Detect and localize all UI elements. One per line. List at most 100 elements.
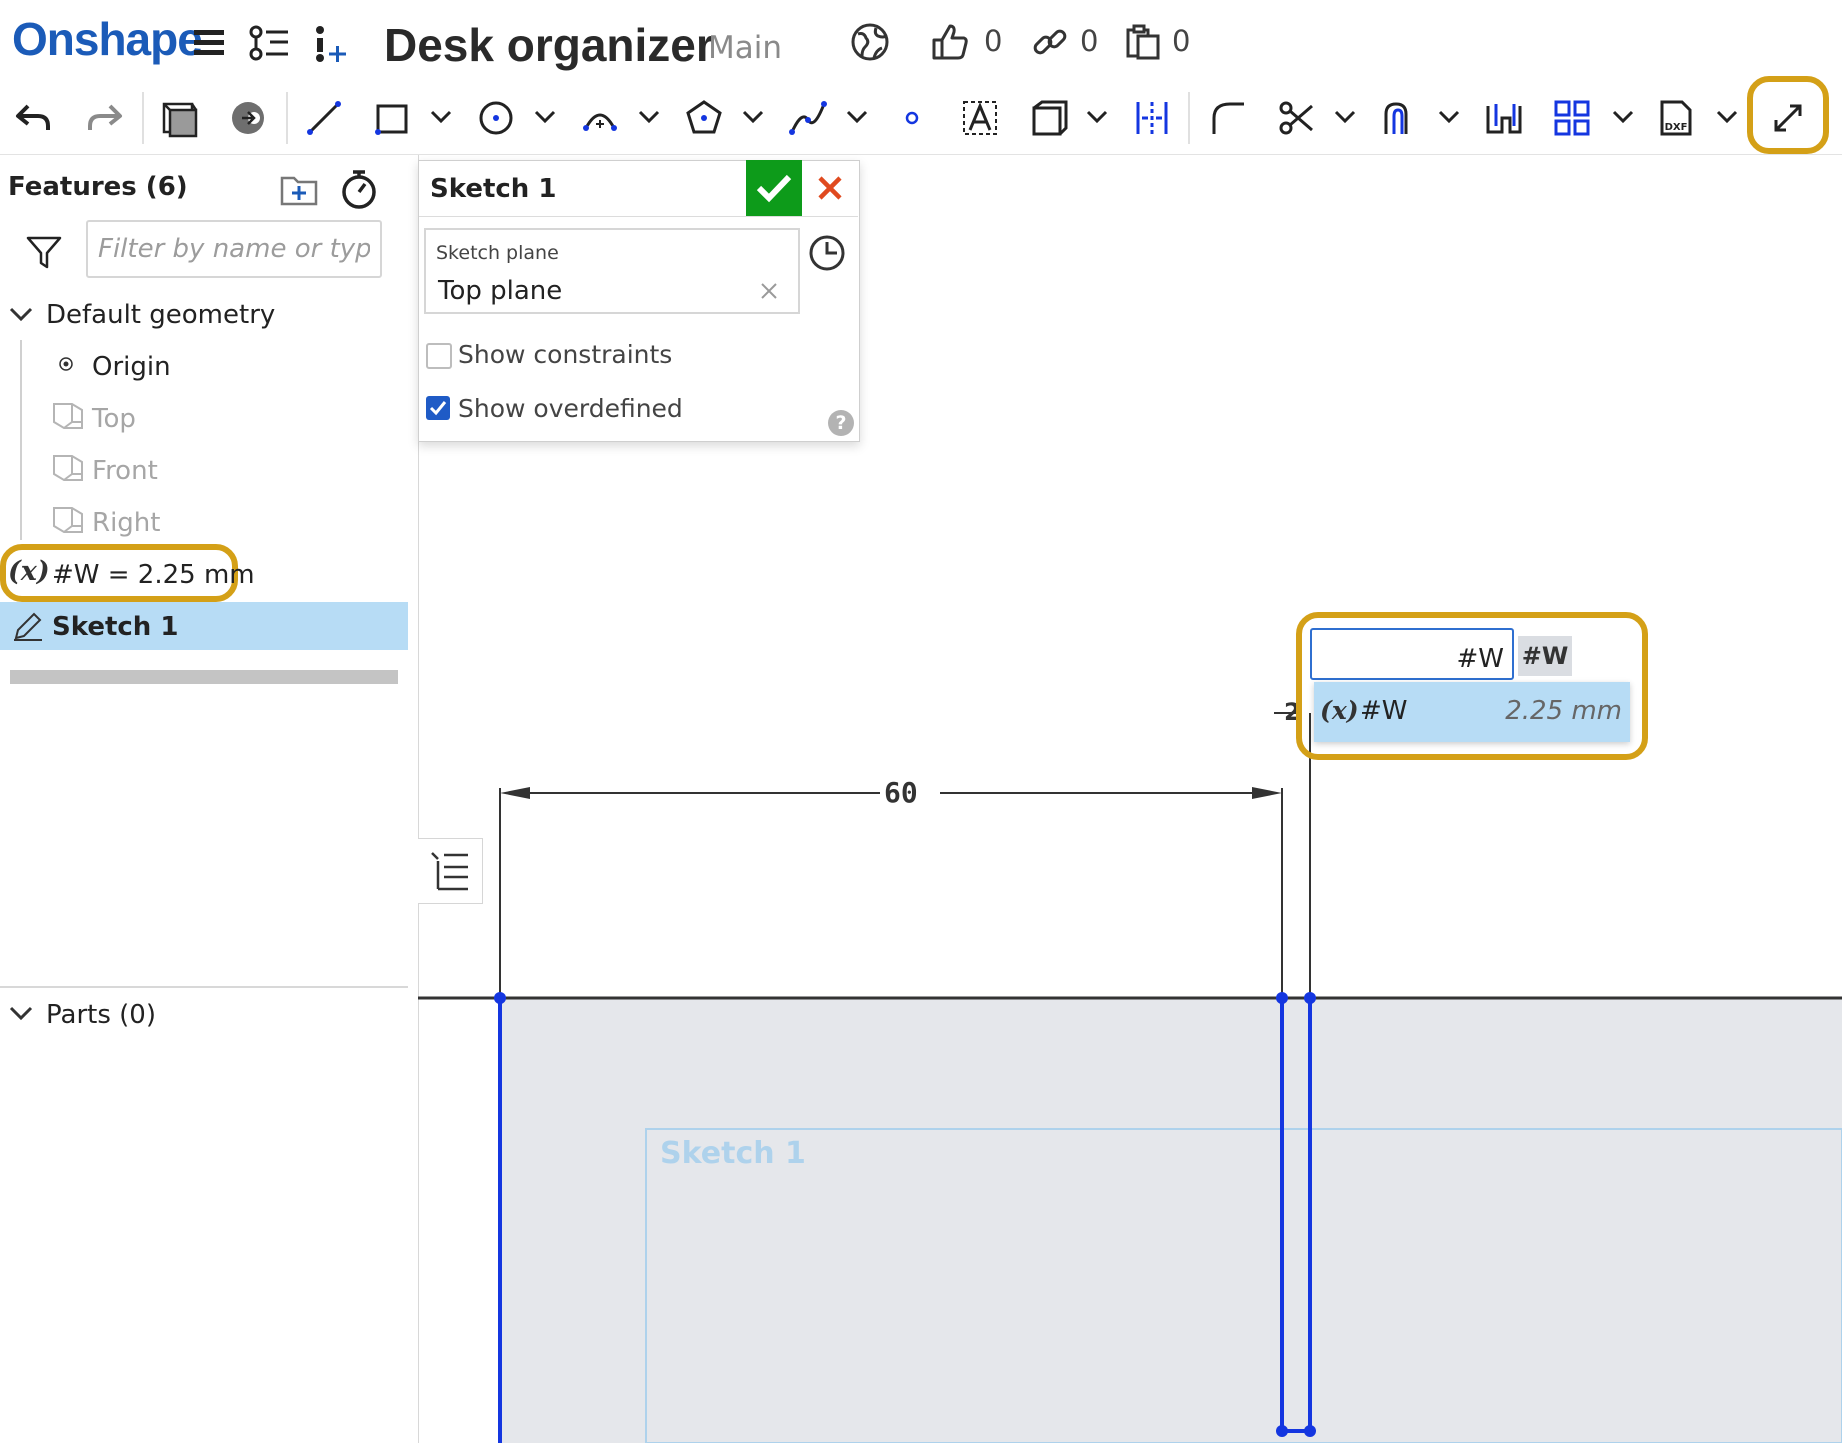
chevron-down-icon[interactable]	[740, 102, 766, 132]
arrow-head	[500, 787, 530, 799]
tree-item-variable[interactable]: #W = 2.25 mm	[52, 560, 255, 590]
copies-count: 0	[1172, 24, 1191, 58]
stopwatch-icon[interactable]	[340, 168, 378, 210]
suggestion-value: 2.25 mm	[1505, 696, 1622, 726]
dxf-icon[interactable]: DXF	[1652, 92, 1700, 144]
circle-icon[interactable]	[472, 92, 520, 144]
likes-count: 0	[984, 24, 1003, 58]
filter-icon[interactable]	[26, 234, 62, 270]
appearance-icon[interactable]	[224, 92, 272, 144]
features-title: Features (6)	[8, 172, 188, 202]
offset-icon[interactable]	[1376, 92, 1424, 144]
accept-button[interactable]	[746, 160, 802, 216]
undo-icon[interactable]	[10, 92, 58, 144]
dialog-header-divider	[419, 216, 858, 217]
chevron-down-icon[interactable]	[1436, 102, 1462, 132]
copy-icon[interactable]	[1124, 22, 1164, 62]
cancel-button[interactable]	[802, 160, 858, 216]
mirror-icon[interactable]	[1128, 92, 1176, 144]
document-branch[interactable]: Main	[708, 30, 782, 66]
fillet-icon[interactable]	[1204, 92, 1252, 144]
tree-item-right[interactable]: Right	[92, 508, 160, 538]
sketch-name-label: Sketch 1	[660, 1136, 806, 1171]
chevron-down-icon[interactable]	[532, 102, 558, 132]
sketch-point	[1304, 992, 1316, 1004]
toolbar-divider	[286, 92, 288, 144]
sketch-plane-value: Top plane	[438, 276, 563, 306]
variable-suggestion-item[interactable]: (x) #W 2.25 mm	[1314, 682, 1630, 742]
autocomplete-chip[interactable]: #W	[1518, 636, 1572, 676]
plane-icon	[52, 454, 84, 482]
rollback-bar[interactable]	[10, 670, 398, 684]
hamburger-menu-icon[interactable]	[192, 26, 228, 60]
sketch-point	[1276, 992, 1288, 1004]
suggestion-name: #W	[1360, 696, 1408, 726]
parts-label[interactable]: Parts (0)	[46, 1000, 156, 1030]
tree-item-top[interactable]: Top	[92, 404, 136, 434]
chevron-down-icon[interactable]	[1332, 102, 1358, 132]
check-icon	[756, 174, 792, 203]
checkmark-icon	[429, 401, 447, 416]
link-icon[interactable]	[1030, 22, 1070, 62]
text-icon[interactable]	[956, 92, 1004, 144]
dimension-60-label[interactable]: 60	[884, 776, 918, 809]
toolbar-divider	[142, 92, 144, 144]
rectangle-icon[interactable]	[368, 92, 416, 144]
tree-item-origin[interactable]: Origin	[92, 352, 171, 382]
chevron-down-icon[interactable]	[844, 102, 870, 132]
point-icon[interactable]	[888, 92, 936, 144]
redo-icon[interactable]	[80, 92, 128, 144]
list-icon	[431, 852, 468, 891]
insert-feature-icon[interactable]	[312, 24, 352, 64]
feature-list-icon[interactable]	[248, 24, 292, 64]
show-overdefined-checkbox[interactable]	[426, 396, 450, 420]
tree-item-front[interactable]: Front	[92, 456, 158, 486]
polygon-icon[interactable]	[680, 92, 728, 144]
chevron-down-icon[interactable]	[1610, 102, 1636, 132]
chevron-down-icon[interactable]	[636, 102, 662, 132]
arc-icon[interactable]	[576, 92, 624, 144]
chevron-down-icon[interactable]	[1714, 102, 1740, 132]
default-geometry-label[interactable]: Default geometry	[46, 300, 275, 330]
show-constraints-label[interactable]: Show constraints	[458, 340, 672, 369]
filter-input[interactable]	[86, 220, 382, 278]
document-title[interactable]: Desk organizer	[384, 18, 714, 72]
history-icon[interactable]	[808, 234, 846, 272]
globe-icon[interactable]	[850, 22, 890, 62]
onshape-logo[interactable]: Onshape	[12, 12, 203, 66]
sketch-list-tab[interactable]	[418, 838, 483, 904]
sketch-icon[interactable]	[156, 92, 204, 144]
help-icon[interactable]: ?	[828, 410, 854, 436]
add-folder-icon[interactable]	[280, 172, 318, 208]
show-constraints-checkbox[interactable]	[426, 343, 452, 369]
sketch-point	[1276, 1425, 1288, 1437]
chevron-down-icon[interactable]	[8, 305, 34, 325]
sketch-region-fill	[500, 998, 1842, 1443]
panel-divider[interactable]	[0, 986, 408, 988]
chevron-down-icon[interactable]	[428, 102, 454, 132]
arrow-head	[1252, 787, 1282, 799]
origin-icon	[58, 356, 74, 372]
variable-icon: (x)	[1320, 696, 1359, 725]
tree-item-sketch[interactable]: Sketch 1	[52, 612, 178, 642]
construction-icon[interactable]	[1024, 92, 1072, 144]
use-icon[interactable]	[1480, 92, 1528, 144]
chevron-down-icon[interactable]	[8, 1004, 34, 1024]
plane-icon	[52, 506, 84, 534]
spline-icon[interactable]	[784, 92, 832, 144]
dimension-icon[interactable]	[1764, 92, 1812, 144]
trim-icon[interactable]	[1272, 92, 1320, 144]
dialog-title: Sketch 1	[430, 174, 557, 204]
show-overdefined-label[interactable]: Show overdefined	[458, 394, 683, 423]
svg-text:DXF: DXF	[1665, 122, 1688, 133]
like-icon[interactable]	[930, 22, 970, 62]
dimension-value-input[interactable]: #W	[1310, 628, 1514, 680]
variable-icon: (x)	[8, 556, 50, 587]
toolbar-divider	[1188, 92, 1190, 144]
feature-panel	[0, 155, 419, 1443]
clear-plane-icon[interactable]	[760, 282, 778, 300]
chevron-down-icon[interactable]	[1084, 102, 1110, 132]
pattern-icon[interactable]	[1548, 92, 1596, 144]
line-icon[interactable]	[300, 92, 348, 144]
sketch-plane-label: Sketch plane	[436, 242, 559, 264]
